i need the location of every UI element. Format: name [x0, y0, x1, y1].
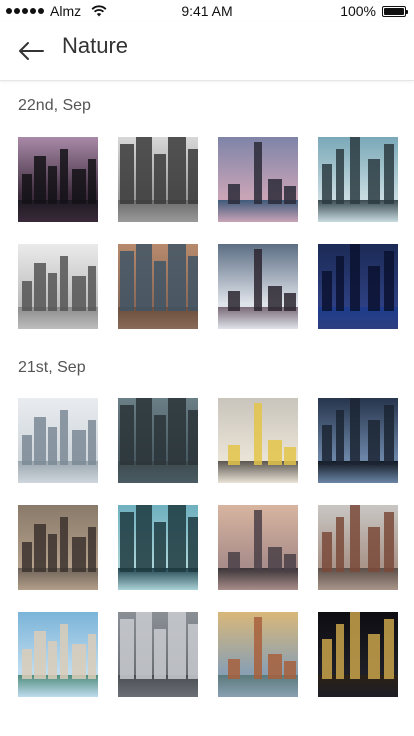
battery-percent: 100%: [340, 3, 376, 19]
status-bar: Almz 9:41 AM 100%: [0, 0, 414, 22]
app-bar: Nature: [0, 22, 414, 81]
photo-taipei-101[interactable]: [118, 505, 198, 590]
photo-aerial-downtown[interactable]: [118, 612, 198, 697]
photo-aerial-city[interactable]: [118, 398, 198, 483]
section-date-1: 22nd, Sep: [18, 97, 91, 114]
battery-icon: [382, 5, 408, 17]
photo-modern-towers[interactable]: [318, 137, 398, 222]
photo-rainy-street[interactable]: [318, 505, 398, 590]
photo-eiffel-tower[interactable]: [218, 137, 298, 222]
page-title: Nature: [62, 33, 129, 58]
photo-skyscrapers-bw[interactable]: [118, 137, 198, 222]
section-date-2: 21st, Sep: [18, 359, 86, 376]
back-arrow-icon[interactable]: [16, 36, 46, 66]
battery-fill: [384, 7, 404, 15]
photo-old-town-rooftops[interactable]: [218, 612, 298, 697]
photo-venice-canal[interactable]: [18, 612, 98, 697]
photo-tram[interactable]: [218, 398, 298, 483]
photo-empty-street[interactable]: [18, 505, 98, 590]
photo-empire-state[interactable]: [218, 505, 298, 590]
photo-stormy-sky[interactable]: [318, 398, 398, 483]
photo-city-reflection-dusk[interactable]: [18, 137, 98, 222]
photo-statue-of-liberty[interactable]: [18, 244, 98, 329]
photo-crowd-street[interactable]: [218, 244, 298, 329]
photo-tilt-shift-city[interactable]: [118, 244, 198, 329]
status-right: 100%: [340, 3, 408, 19]
photo-city-lights-night[interactable]: [318, 612, 398, 697]
photo-harbor-towers[interactable]: [18, 398, 98, 483]
photo-grid-2: [18, 398, 398, 697]
photo-grid-1: [18, 137, 398, 329]
photo-night-skyline[interactable]: [318, 244, 398, 329]
